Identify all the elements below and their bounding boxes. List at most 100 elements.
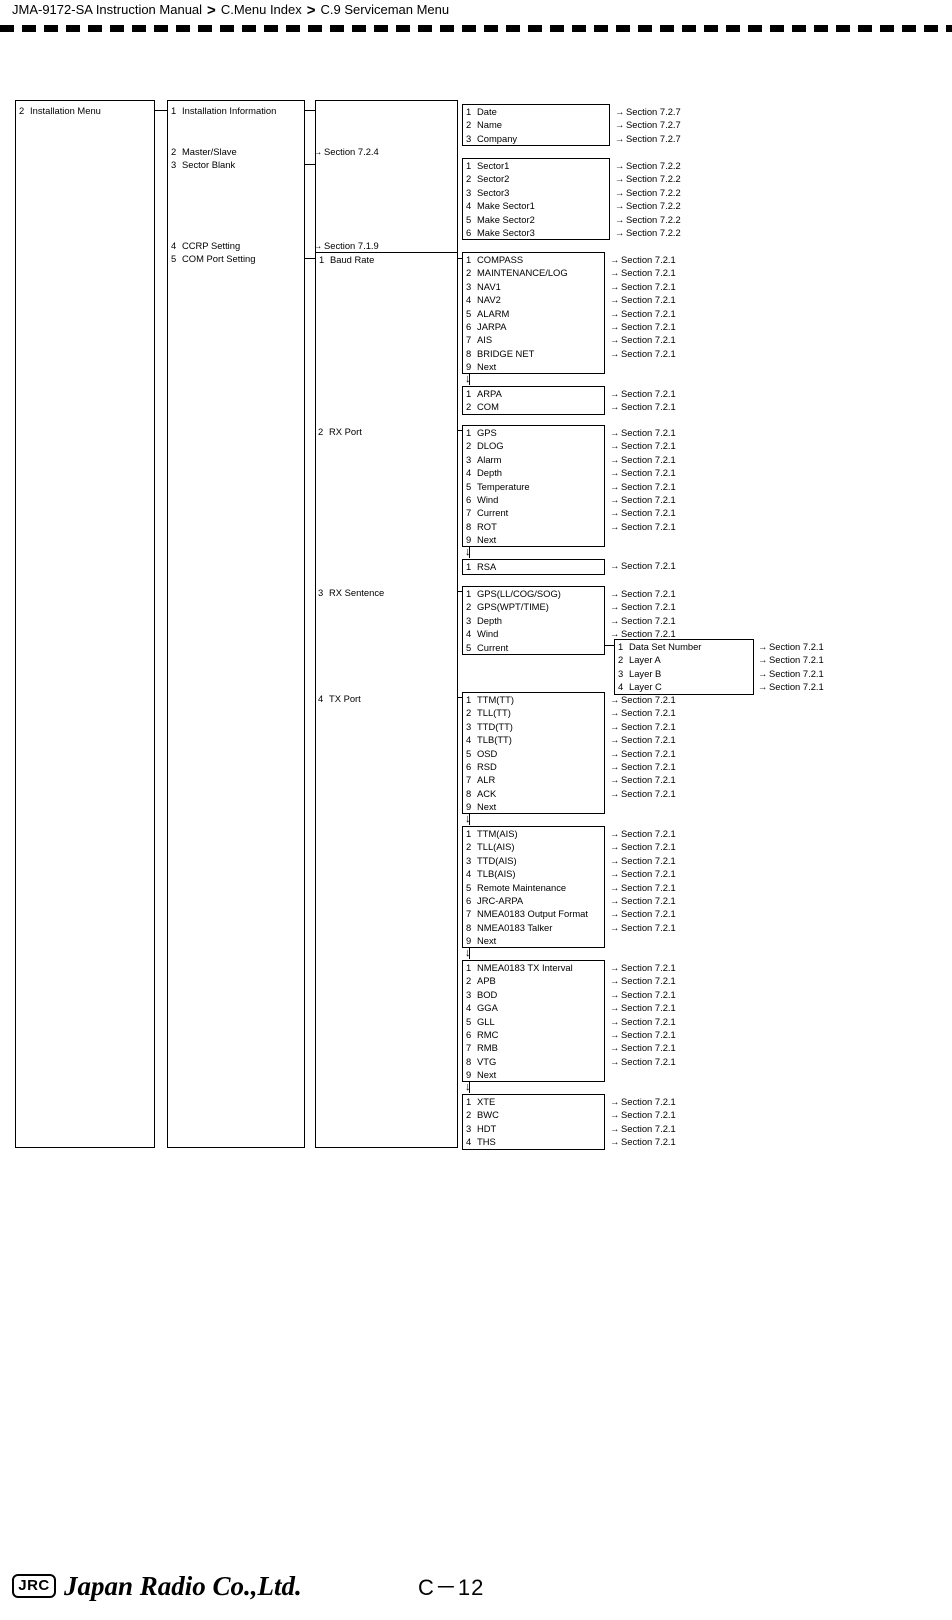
menu-row[interactable]: 1 Baud Rate: [316, 253, 457, 266]
menu-row[interactable]: 2 TLL(TT): [463, 706, 604, 719]
section-ref: → Section 7.2.1: [610, 254, 676, 265]
level2-item-master-slave[interactable]: 2 Master/Slave: [171, 145, 237, 158]
menu-row[interactable]: 8 NMEA0183 Talker: [463, 921, 604, 934]
menu-row[interactable]: 5 GLL: [463, 1015, 604, 1028]
menu-row[interactable]: 4 Make Sector1: [463, 199, 609, 212]
menu-row[interactable]: 2 GPS(WPT/TIME): [463, 600, 604, 613]
menu-row-next[interactable]: 9 Next: [463, 934, 604, 947]
menu-row[interactable]: 5 Make Sector2: [463, 213, 609, 226]
menu-row[interactable]: 3 Alarm: [463, 453, 604, 466]
level1-item-installation-menu[interactable]: 2 Installation Menu: [19, 104, 101, 117]
menu-row[interactable]: 4 THS: [463, 1135, 604, 1148]
menu-row[interactable]: 3 Company: [463, 132, 609, 145]
arrow-icon: →: [610, 614, 620, 626]
menu-row[interactable]: 6 Make Sector3: [463, 226, 609, 239]
level2-label: Installation Information: [182, 105, 277, 116]
menu-row[interactable]: 5 Remote Maintenance: [463, 881, 604, 894]
menu-row[interactable]: 8 VTG: [463, 1055, 604, 1068]
menu-row[interactable]: 2 COM: [463, 400, 604, 413]
menu-row[interactable]: 1 TTM(AIS): [463, 827, 604, 840]
menu-row[interactable]: 3 TTD(TT): [463, 720, 604, 733]
menu-row[interactable]: 8 BRIDGE NET: [463, 347, 604, 360]
menu-row[interactable]: 7 ALR: [463, 773, 604, 786]
menu-row[interactable]: 6 JRC-ARPA: [463, 894, 604, 907]
menu-row[interactable]: 7 RMB: [463, 1041, 604, 1054]
menu-row[interactable]: 2 BWC: [463, 1108, 604, 1121]
menu-row[interactable]: 2 Name: [463, 118, 609, 131]
menu-row[interactable]: 4 Wind: [463, 627, 604, 640]
menu-row[interactable]: 1 COMPASS: [463, 253, 604, 266]
menu-row[interactable]: 8 ROT: [463, 520, 604, 533]
arrow-icon: →: [610, 1029, 620, 1040]
menu-row[interactable]: 1 XTE: [463, 1095, 604, 1108]
arrow-icon: →: [610, 280, 620, 292]
menu-row[interactable]: 2 MAINTENANCE/LOG: [463, 266, 604, 279]
section-ref: → Section 7.2.1: [610, 720, 676, 732]
menu-row[interactable]: 2 APB: [463, 974, 604, 987]
menu-row[interactable]: 8 ACK: [463, 787, 604, 800]
level2-item-ccrp-setting[interactable]: 4 CCRP Setting: [171, 239, 240, 252]
menu-row[interactable]: 1 Sector1: [463, 159, 609, 172]
section-ref: → Section 7.2.1: [610, 388, 676, 399]
menu-row[interactable]: 4 Layer C: [615, 680, 753, 693]
menu-row[interactable]: 5 ALARM: [463, 307, 604, 320]
level2-label: Master/Slave: [182, 146, 237, 157]
menu-row[interactable]: 3 HDT: [463, 1122, 604, 1135]
menu-row[interactable]: 6 RSD: [463, 760, 604, 773]
level2-item-installation-information[interactable]: 1 Installation Information: [171, 104, 276, 117]
menu-row[interactable]: 6 RMC: [463, 1028, 604, 1041]
menu-row[interactable]: 2 DLOG: [463, 439, 604, 452]
section-ref: → Section 7.2.1: [610, 401, 676, 413]
menu-row[interactable]: 5 OSD: [463, 747, 604, 760]
menu-row[interactable]: 3 Layer B: [615, 667, 753, 680]
menu-row[interactable]: 1 ARPA: [463, 387, 604, 400]
menu-row[interactable]: 4 TLB(TT): [463, 733, 604, 746]
menu-row[interactable]: 3 Depth: [463, 614, 604, 627]
menu-row[interactable]: 4 NAV2: [463, 293, 604, 306]
menu-row[interactable]: 1 GPS(LL/COG/SOG): [463, 587, 604, 600]
menu-row[interactable]: 6 Wind: [463, 493, 604, 506]
menu-row[interactable]: 1 TTM(TT): [463, 693, 604, 706]
arrow-icon: →: [615, 119, 625, 131]
arrow-icon: →: [610, 747, 620, 759]
level2-number: 4: [171, 240, 177, 251]
menu-row[interactable]: 4 TLB(AIS): [463, 867, 604, 880]
section-ref: → Section 7.2.2: [615, 200, 681, 212]
section-ref: → Section 7.2.1: [610, 480, 676, 492]
box-rx-port-page2: 1 RSA: [462, 559, 605, 575]
arrow-icon: →: [615, 173, 625, 185]
menu-row[interactable]: 2 Layer A: [615, 653, 753, 666]
menu-row-next[interactable]: 9 Next: [463, 360, 604, 373]
menu-row-next[interactable]: 9 Next: [463, 1068, 604, 1081]
menu-row[interactable]: 3 TTD(AIS): [463, 854, 604, 867]
menu-row[interactable]: 3 BOD: [463, 988, 604, 1001]
menu-row[interactable]: 7 AIS: [463, 333, 604, 346]
level2-item-sector-blank[interactable]: 3 Sector Blank: [171, 158, 235, 171]
level2-item-com-port-setting[interactable]: 5 COM Port Setting: [171, 252, 255, 265]
menu-row[interactable]: 1 Data Set Number: [615, 640, 753, 653]
menu-row[interactable]: 6 JARPA: [463, 320, 604, 333]
menu-row[interactable]: 7 NMEA0183 Output Format: [463, 907, 604, 920]
menu-row[interactable]: 1 RSA: [463, 560, 604, 573]
com-port-item-rx-sentence[interactable]: 3 RX Sentence: [318, 586, 384, 599]
menu-row[interactable]: 1 GPS: [463, 426, 604, 439]
menu-row[interactable]: 3 Sector3: [463, 186, 609, 199]
section-ref: → Section 7.2.1: [758, 681, 824, 693]
menu-row[interactable]: 4 Depth: [463, 466, 604, 479]
menu-row[interactable]: 5 Current: [463, 641, 604, 654]
menu-row[interactable]: 5 Temperature: [463, 480, 604, 493]
arrow-icon: →: [610, 1096, 620, 1107]
menu-row[interactable]: 1 NMEA0183 TX Interval: [463, 961, 604, 974]
arrow-icon: →: [758, 667, 768, 679]
menu-row[interactable]: 2 Sector2: [463, 172, 609, 185]
connector-current-sub: [604, 645, 614, 646]
menu-row-next[interactable]: 9 Next: [463, 800, 604, 813]
com-port-item-rx-port[interactable]: 2 RX Port: [318, 425, 362, 438]
menu-row[interactable]: 3 NAV1: [463, 280, 604, 293]
com-port-item-tx-port[interactable]: 4 TX Port: [318, 692, 361, 705]
menu-row[interactable]: 4 GGA: [463, 1001, 604, 1014]
menu-row-next[interactable]: 9 Next: [463, 533, 604, 546]
menu-row[interactable]: 1 Date: [463, 105, 609, 118]
menu-row[interactable]: 2 TLL(AIS): [463, 840, 604, 853]
menu-row[interactable]: 7 Current: [463, 506, 604, 519]
